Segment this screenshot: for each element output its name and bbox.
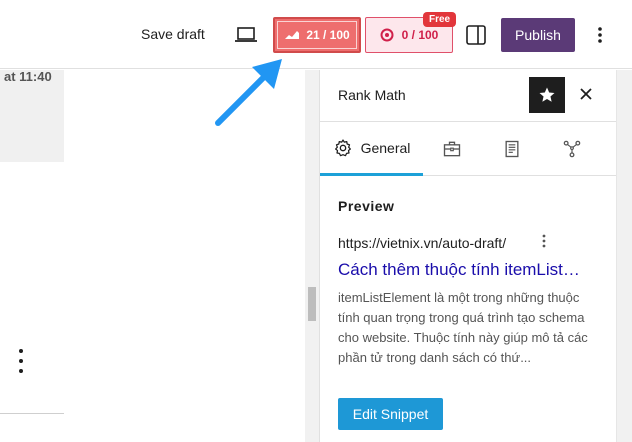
preview-url: https://vietnix.vn/auto-draft/ [338, 235, 507, 251]
free-tag: Free [423, 12, 457, 27]
annotation-arrow-icon [215, 59, 282, 126]
editor-header: Save draft 21 / 100 0 / 100 Free Publish [0, 0, 632, 69]
preview-description: itemListElement là một trong những thuộc… [338, 290, 588, 365]
tab-toolbox[interactable] [423, 122, 481, 176]
rank-math-logo-icon [285, 31, 300, 39]
toolbox-icon [443, 141, 461, 157]
tab-general-label: General [360, 139, 411, 156]
content-ai-score-text: 0 / 100 [401, 28, 439, 42]
canvas-scrollbar[interactable] [305, 70, 319, 442]
panel-scrollbar[interactable] [616, 70, 632, 442]
canvas-scroll-thumb[interactable] [308, 287, 316, 321]
rank-math-panel: Rank Math General Preview https://vietni… [320, 70, 616, 442]
schema-icon [563, 140, 581, 158]
seo-score-text: 21 / 100 [306, 28, 350, 42]
divider [0, 413, 64, 414]
document-icon [505, 140, 519, 158]
pin-star-button[interactable] [529, 77, 565, 113]
panel-title: Rank Math [338, 87, 406, 103]
tab-document[interactable] [483, 122, 541, 176]
block-options-icon[interactable] [16, 346, 26, 376]
tab-general[interactable]: General [320, 122, 423, 176]
panel-tabs: General [320, 122, 616, 176]
preview-title-link[interactable]: Cách thêm thuộc tính itemList… [338, 260, 594, 280]
tab-schema[interactable] [543, 122, 601, 176]
content-ai-icon [380, 28, 394, 42]
star-icon [539, 87, 555, 102]
gear-icon [334, 138, 351, 156]
close-icon[interactable] [578, 86, 594, 102]
more-vertical-icon[interactable] [540, 233, 548, 249]
preview-heading: Preview [338, 198, 395, 214]
laptop-icon[interactable] [234, 25, 258, 45]
edit-snippet-button[interactable]: Edit Snippet [338, 398, 443, 430]
more-options-icon[interactable] [592, 24, 608, 46]
publish-button[interactable]: Publish [501, 18, 575, 52]
sidebar-toggle-icon[interactable] [465, 24, 487, 46]
save-draft-button[interactable]: Save draft [141, 26, 205, 42]
seo-score-badge[interactable]: 21 / 100 [273, 17, 361, 53]
timestamp-text: at 11:40 [4, 69, 52, 84]
